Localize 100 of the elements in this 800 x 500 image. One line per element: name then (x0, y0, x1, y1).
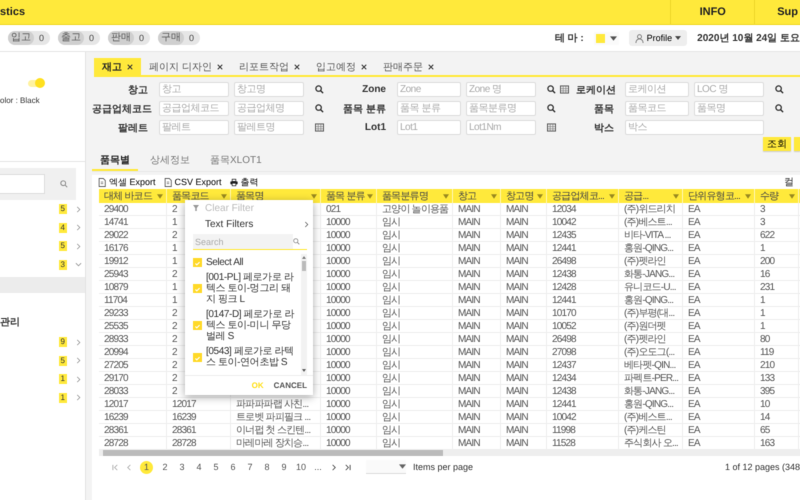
input-field[interactable]: 창고 (159, 82, 229, 97)
filter-icon[interactable] (609, 194, 615, 198)
search-field[interactable]: Search (193, 234, 293, 249)
checkbox[interactable] (193, 321, 202, 330)
page-button[interactable]: 4 (194, 460, 204, 474)
scroll-down-icon[interactable] (302, 369, 306, 372)
close-icon[interactable] (216, 64, 223, 70)
chevron-right-icon[interactable] (75, 224, 82, 232)
search-field[interactable] (0, 174, 45, 194)
tab[interactable]: 품목별 (92, 151, 138, 171)
chevron-right-icon[interactable] (75, 357, 82, 364)
checkbox[interactable] (193, 258, 202, 267)
export-button[interactable]: CSV Export (164, 177, 222, 187)
tab[interactable]: 입고예정 (308, 58, 375, 75)
scrollbar[interactable] (301, 254, 307, 375)
column-header[interactable]: 공급업체코... (547, 189, 619, 203)
filter-icon[interactable] (367, 194, 373, 198)
filter-icon[interactable] (789, 194, 795, 198)
input-field[interactable]: 창고명 (234, 82, 304, 97)
column-header[interactable]: 수량 (755, 189, 799, 203)
print-button[interactable]: 출력 (230, 176, 259, 188)
scroll-up-icon[interactable] (302, 256, 306, 259)
page-size-select[interactable] (366, 460, 406, 474)
checkbox[interactable] (193, 352, 202, 362)
input-field[interactable]: 팔레트명 (234, 120, 304, 135)
input-field[interactable]: 품목분류명 (466, 101, 536, 116)
input-field[interactable]: 공급업체명 (234, 101, 304, 116)
filter-icon[interactable] (491, 194, 497, 198)
chevron-down-icon[interactable] (75, 261, 82, 268)
page-button[interactable]: 9 (279, 460, 289, 474)
chevron-right-icon[interactable] (75, 206, 82, 213)
column-settings-link[interactable]: 컬 (784, 175, 794, 189)
tab[interactable]: 품목XLOT1 (202, 151, 270, 171)
column-header[interactable]: 공급... (619, 189, 683, 203)
input-field[interactable]: 공급업체코드 (159, 101, 229, 116)
column-header[interactable]: 대체 바코드 (99, 189, 167, 203)
filter-icon[interactable] (311, 194, 317, 198)
input-field[interactable]: 박스 (625, 120, 764, 135)
page-button[interactable]: 10 (296, 460, 306, 474)
tab[interactable]: 상세정보 (142, 151, 198, 171)
filter-icon[interactable] (745, 194, 751, 198)
search-icon[interactable] (775, 104, 784, 113)
grid-icon[interactable] (560, 85, 569, 94)
filter-icon[interactable] (157, 194, 163, 198)
close-icon[interactable] (127, 64, 133, 70)
toggle-switch[interactable] (28, 80, 44, 87)
tab[interactable]: 판매주문 (374, 58, 442, 75)
input-field[interactable]: 로케이션 (625, 82, 689, 97)
scrollbar[interactable] (99, 450, 800, 456)
search-icon[interactable] (547, 104, 556, 113)
input-field[interactable]: 품목명 (694, 101, 764, 116)
search-icon[interactable] (315, 104, 324, 113)
close-icon[interactable] (360, 64, 367, 70)
page-button[interactable]: 8 (262, 460, 272, 474)
input-field[interactable]: 팔레트 (159, 120, 229, 135)
page-button[interactable]: 6 (228, 460, 238, 474)
cancel-button[interactable]: CANCEL (274, 381, 307, 390)
column-header[interactable]: 품목분류명 (377, 189, 453, 203)
page-button[interactable]: ... (313, 460, 324, 474)
input-field[interactable]: Lot1 (397, 120, 461, 135)
input-field[interactable]: 품목 분류 (397, 101, 461, 116)
last-page-icon[interactable] (344, 464, 352, 470)
profile-button[interactable]: Profile (628, 30, 688, 46)
page-button[interactable]: 5 (211, 460, 221, 474)
checkbox[interactable] (193, 284, 202, 293)
close-icon[interactable] (428, 64, 434, 70)
chevron-right-icon[interactable] (75, 338, 82, 346)
first-page-icon[interactable] (112, 464, 119, 470)
search-icon[interactable] (547, 85, 556, 94)
filter-icon[interactable] (673, 194, 679, 198)
column-header[interactable]: 단위유형코... (683, 189, 755, 203)
page-button[interactable]: 7 (245, 460, 255, 474)
tab[interactable]: 리포트작업 (230, 58, 308, 75)
tab[interactable]: 재고 (94, 58, 141, 75)
page-button[interactable]: 2 (160, 460, 170, 474)
chevron-right-icon[interactable] (75, 394, 82, 402)
grid-icon[interactable] (315, 123, 324, 132)
input-field[interactable]: 품목코드 (625, 101, 689, 116)
search-button[interactable]: 조회 (763, 137, 791, 151)
export-button[interactable]: 엑셀 Export (98, 176, 156, 188)
close-icon[interactable] (294, 64, 300, 70)
input-field[interactable]: Zone 명 (466, 82, 536, 97)
search-icon[interactable] (315, 85, 324, 94)
filter-icon[interactable] (443, 194, 449, 198)
input-field[interactable]: LOC 명 (694, 82, 764, 97)
page-button[interactable]: 1 (140, 460, 153, 474)
search-icon[interactable] (775, 85, 784, 94)
text-filters-item[interactable]: Text Filters (185, 216, 313, 232)
page-button[interactable]: 3 (177, 460, 187, 474)
grid-icon[interactable] (547, 123, 556, 132)
column-header[interactable]: 창고명 (501, 189, 547, 203)
tab[interactable]: 페이지 디자인 (141, 58, 231, 75)
chevron-right-icon[interactable] (75, 242, 82, 250)
column-header[interactable]: 품목 분류 (321, 189, 377, 203)
previous-page-icon[interactable] (126, 464, 133, 470)
theme-picker[interactable] (594, 32, 619, 44)
column-header[interactable]: 창고 (453, 189, 501, 203)
chevron-right-icon[interactable] (75, 376, 82, 383)
input-field[interactable]: Lot1Nm (466, 120, 536, 135)
next-page-icon[interactable] (330, 464, 338, 470)
